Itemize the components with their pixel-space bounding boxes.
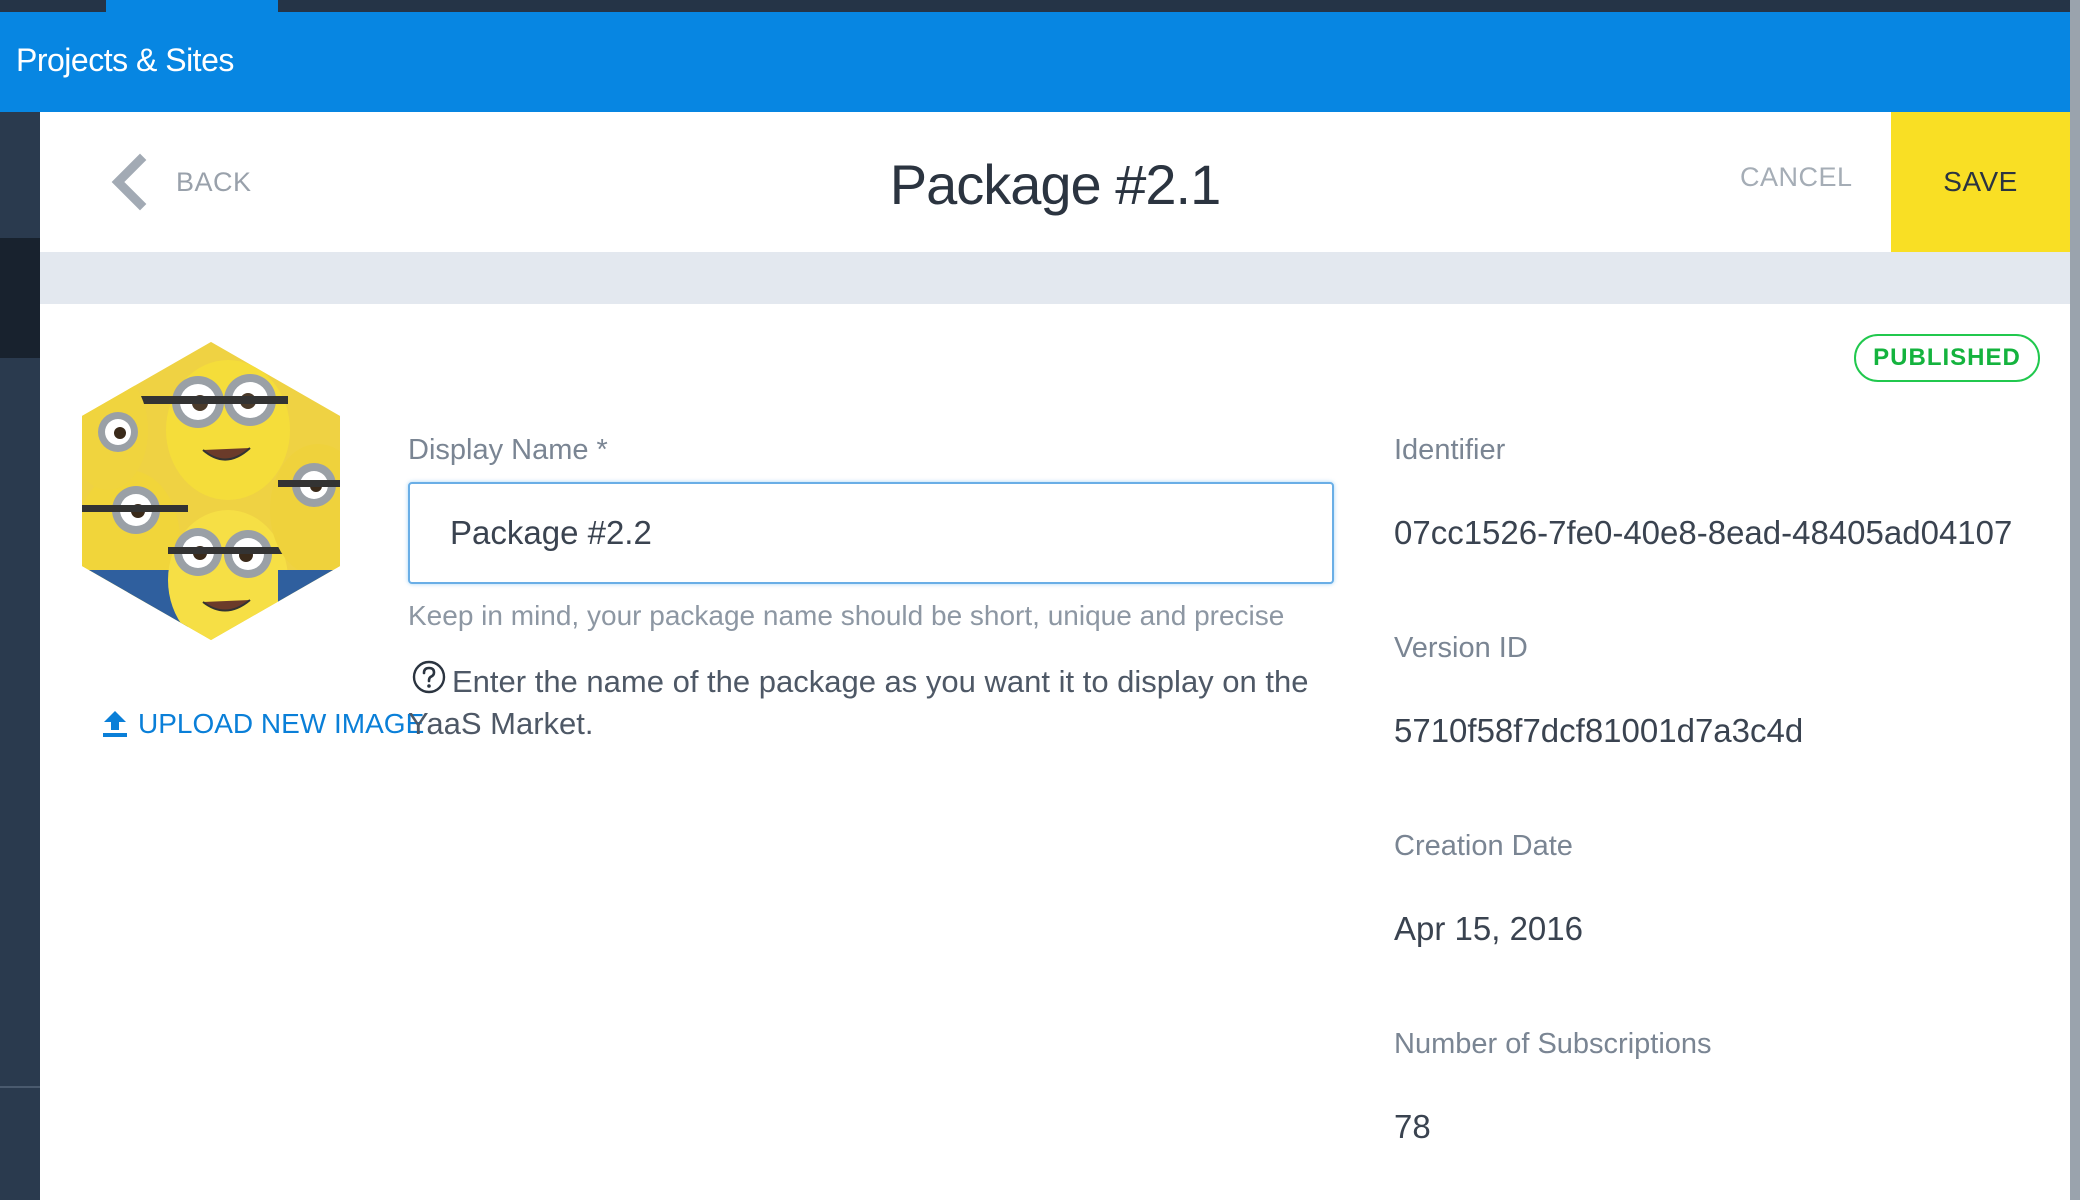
page-header: BACK Package #2.1 CANCEL SAVE [40,112,2070,252]
creation-date-label: Creation Date [1394,830,1573,862]
creation-date-value: Apr 15, 2016 [1394,910,1583,947]
identifier-label: Identifier [1394,434,1506,466]
package-image[interactable] [78,340,344,642]
help-text: Enter the name of the package as you wan… [408,664,1309,741]
app-title[interactable]: Projects & Sites [16,42,234,79]
top-strip [0,0,2080,12]
status-badge: PUBLISHED [1854,334,2040,382]
question-circle-icon[interactable] [412,660,446,694]
help-text-row: Enter the name of the package as you wan… [408,660,1348,745]
version-id-value: 5710f58f7dcf81001d7a3c4d [1394,712,1804,749]
display-name-input[interactable] [408,482,1334,584]
window-edge [2070,0,2080,1200]
cancel-button[interactable]: CANCEL [1740,162,1853,193]
sub-header-band [40,252,2070,304]
identifier-value: 07cc1526-7fe0-40e8-8ead-48405ad04107 [1394,514,2013,551]
display-name-hint: Keep in mind, your package name should b… [408,600,1285,631]
save-button[interactable]: SAVE [1891,112,2070,252]
subscriptions-label: Number of Subscriptions [1394,1028,1712,1060]
active-tab-indicator[interactable] [106,0,278,12]
display-name-label: Display Name * [408,434,608,466]
app-bar: Projects & Sites [0,12,2070,112]
main-content: UPLOAD NEW IMAGE Display Name * Keep in … [40,304,2070,1200]
rail-divider [0,1086,40,1088]
upload-image-link[interactable]: UPLOAD NEW IMAGE [102,708,424,740]
upload-label: UPLOAD NEW IMAGE [138,708,425,739]
left-rail [0,112,40,1200]
rail-selected-item[interactable] [0,238,40,358]
upload-icon [103,711,127,737]
subscriptions-value: 78 [1394,1108,1431,1145]
version-id-label: Version ID [1394,632,1528,664]
